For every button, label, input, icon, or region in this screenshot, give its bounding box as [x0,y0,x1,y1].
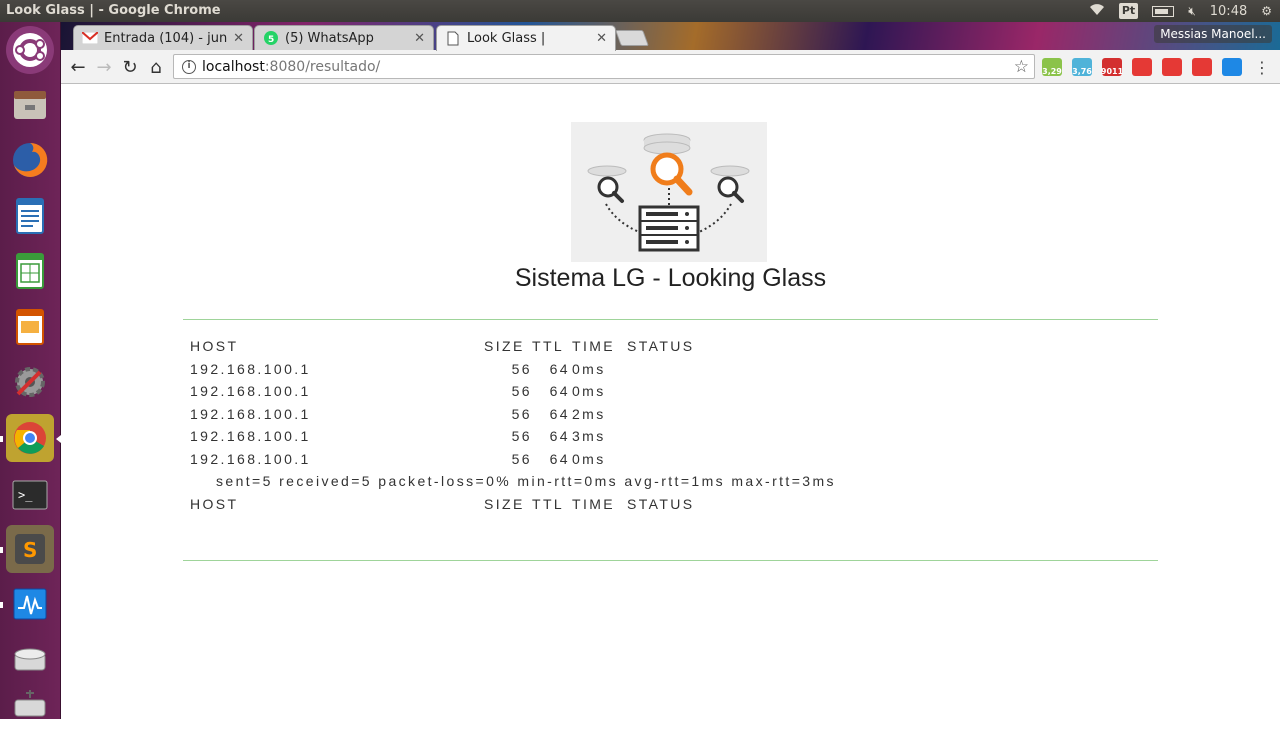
svg-text:>_: >_ [18,488,33,502]
cell-ttl: 64 [549,383,570,399]
tab-gmail[interactable]: Entrada (104) - junl ✕ [73,25,253,50]
document-icon [445,31,461,47]
forward-icon[interactable]: → [93,56,115,78]
cell-time: 2ms [572,405,606,422]
power-gear-icon[interactable]: ⚙ [1261,2,1272,20]
divider-bottom [183,560,1158,561]
tab-strip: Entrada (104) - junl ✕ 5 (5) WhatsApp ✕ … [61,22,1280,51]
extension-icon[interactable] [1222,58,1242,76]
info-icon[interactable]: i [182,59,196,74]
col-time: TIME [572,495,616,512]
cell-time: 0ms [572,360,606,377]
whatsapp-icon: 5 [263,30,279,46]
cell-host: 192.168.100.1 [190,405,311,422]
sublime-text-icon[interactable]: S [6,525,54,573]
tab-title: Entrada (104) - junl [104,30,228,46]
profile-button[interactable]: Messias Manoel... [1154,25,1272,43]
col-ttl: TTL [532,495,565,512]
usb-drive-icon[interactable] [6,682,54,730]
address-bar[interactable]: i localhost:8080/resultado/ ☆ [173,54,1035,79]
cell-ttl: 64 [549,360,570,377]
col-time: TIME [572,338,616,354]
col-size: SIZE [484,495,525,512]
system-monitor-icon[interactable] [6,580,54,628]
tab-title: Look Glass | [467,31,546,46]
divider-top [183,319,1158,320]
tab-look-glass[interactable]: Look Glass | ✕ [436,25,616,51]
firefox-icon[interactable] [6,136,54,184]
indicator-area: Pt 🔇︎ 10:48 ⚙ [1089,2,1272,20]
result-summary: sent=5 received=5 packet-loss=0% min-rtt… [216,473,836,489]
running-indicator [0,547,3,553]
page-content: Sistema LG - Looking Glass HOST SIZE TTL… [61,85,1280,719]
tab-whatsapp[interactable]: 5 (5) WhatsApp ✕ [254,25,434,50]
close-tab-icon[interactable]: ✕ [414,31,425,46]
system-settings-icon[interactable] [6,358,54,406]
cell-time: 0ms [572,383,606,399]
cell-host: 192.168.100.1 [190,450,311,467]
cell-time: 0ms [572,450,606,467]
extension-icon[interactable]: 3,29 [1042,58,1062,76]
col-status: STATUS [627,495,695,512]
cell-host: 192.168.100.1 [190,360,311,377]
libreoffice-impress-icon[interactable] [6,303,54,351]
cell-size: 56 [511,450,532,467]
libreoffice-calc-icon[interactable] [6,247,54,295]
cell-size: 56 [511,405,532,422]
home-icon[interactable]: ⌂ [145,56,167,78]
libreoffice-writer-icon[interactable] [6,192,54,240]
extension-icon[interactable] [1132,58,1152,76]
cell-ttl: 64 [549,428,570,444]
bookmark-star-icon[interactable]: ☆ [1014,57,1029,77]
cell-ttl: 64 [549,405,570,422]
window-title: Look Glass | - Google Chrome [6,3,221,18]
cell-ttl: 64 [549,450,570,467]
tab-title: (5) WhatsApp [285,30,374,46]
close-tab-icon[interactable]: ✕ [233,31,244,46]
top-panel: Look Glass | - Google Chrome Pt 🔇︎ 10:48… [0,0,1280,22]
volume-muted-icon[interactable]: 🔇︎ [1188,2,1196,20]
back-icon[interactable]: ← [67,56,89,78]
extension-icon[interactable] [1192,58,1212,76]
terminal-icon[interactable]: >_ [6,471,54,519]
cell-host: 192.168.100.1 [190,428,311,444]
col-host: HOST [190,495,239,512]
col-host: HOST [190,338,239,354]
svg-text:5: 5 [268,35,274,45]
unity-launcher: >_ S [0,22,61,719]
extension-icon[interactable]: 3,76 [1072,58,1092,76]
disk-drive-icon[interactable] [6,636,54,684]
files-icon[interactable] [6,81,54,129]
running-indicator [0,602,3,608]
new-tab-button[interactable] [615,30,649,46]
keyboard-layout-indicator[interactable]: Pt [1118,3,1139,19]
extension-icon[interactable] [1162,58,1182,76]
reload-icon[interactable]: ↻ [119,56,141,78]
page-title: Sistema LG - Looking Glass [514,264,827,292]
running-indicator [0,436,3,442]
col-status: STATUS [627,338,695,354]
looking-glass-logo [571,122,767,262]
ubuntu-dash-icon[interactable] [6,26,54,74]
cell-time: 3ms [572,428,606,444]
svg-text:S: S [23,538,37,562]
cell-host: 192.168.100.1 [190,383,311,399]
extension-icon[interactable]: 9011 [1101,58,1123,76]
cell-size: 56 [511,383,532,399]
col-ttl: TTL [532,338,565,354]
clock[interactable]: 10:48 [1210,4,1247,19]
col-size: SIZE [484,338,525,354]
cell-size: 56 [511,428,532,444]
browser-toolbar: ← → ↻ ⌂ i localhost:8080/resultado/ ☆ 3,… [61,50,1280,84]
url-host: localhost [202,58,265,75]
menu-icon[interactable]: ⋮ [1254,58,1270,77]
url-path: :8080/resultado/ [264,58,381,75]
cell-size: 56 [511,360,532,377]
wifi-icon[interactable] [1089,2,1105,21]
gmail-icon [82,30,98,46]
chrome-icon[interactable] [6,414,54,462]
battery-icon[interactable] [1152,5,1175,17]
close-tab-icon[interactable]: ✕ [596,31,607,46]
